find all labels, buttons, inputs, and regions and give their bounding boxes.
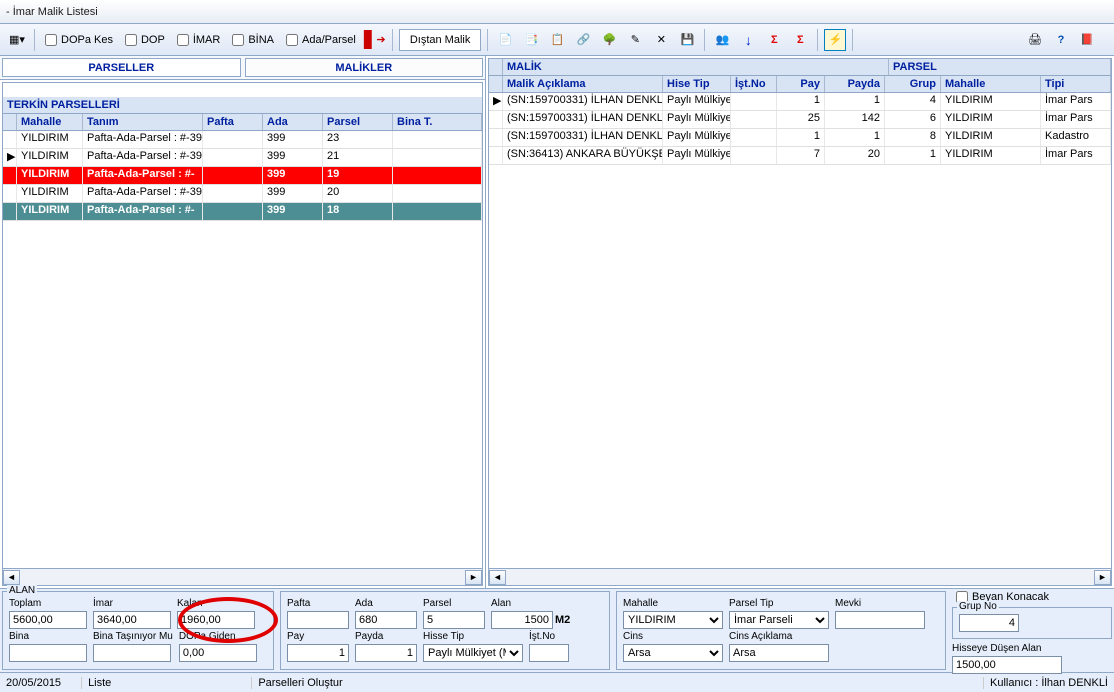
toplam-input[interactable] xyxy=(9,611,87,629)
binat-input[interactable] xyxy=(93,644,171,662)
malik-grid: MALİK PARSEL Malik Açıklama Hise Tip İşt… xyxy=(488,58,1112,586)
status-date: 20/05/2015 xyxy=(6,677,61,689)
icon-sumred2[interactable]: Σ xyxy=(789,29,811,51)
hissetip-select[interactable]: Paylı Mülkiyet (Mü xyxy=(423,644,523,662)
scroll-left[interactable]: ◄ xyxy=(3,570,20,585)
icon-lightning[interactable]: ⚡ xyxy=(824,29,846,51)
bina-input[interactable] xyxy=(9,644,87,662)
terkin-grid-title: TERKİN PARSELLERİ xyxy=(3,97,482,114)
icon-user[interactable]: 👥 xyxy=(711,29,733,51)
imar-input[interactable] xyxy=(93,611,171,629)
check-bina[interactable]: BİNA xyxy=(228,34,278,46)
icon-doc1[interactable]: 📄 xyxy=(494,29,516,51)
terkin-grid: TERKİN PARSELLERİ Mahalle Tanım Pafta Ad… xyxy=(2,82,483,586)
icon-help[interactable]: ? xyxy=(1050,29,1072,51)
check-adaparsel[interactable]: Ada/Parsel xyxy=(282,34,360,46)
col-grup[interactable]: Grup xyxy=(885,76,941,92)
col-tipi[interactable]: Tipi xyxy=(1041,76,1111,92)
grid-options-icon[interactable]: ▦▾ xyxy=(6,29,28,51)
icon-print[interactable]: 🖨 xyxy=(1024,29,1046,51)
tab-malikler[interactable]: MALİKLER xyxy=(245,58,484,77)
col-pafta[interactable]: Pafta xyxy=(203,114,263,130)
dopag-input[interactable] xyxy=(179,644,257,662)
icon-doc3[interactable]: 📋 xyxy=(546,29,568,51)
col-ada[interactable]: Ada xyxy=(263,114,323,130)
window-title: - İmar Malik Listesi xyxy=(6,6,98,18)
table-row[interactable]: YILDIRIM Pafta-Ada-Parsel : #-399- 399 2… xyxy=(3,131,482,149)
icon-down-arrow[interactable]: ↓ xyxy=(737,29,759,51)
col-payda[interactable]: Payda xyxy=(825,76,885,92)
exit-icon[interactable]: ▋➔ xyxy=(364,29,386,51)
icon-sumred1[interactable]: Σ xyxy=(763,29,785,51)
table-row[interactable]: ▶ YILDIRIM Pafta-Ada-Parsel : #-399- 399… xyxy=(3,149,482,167)
table-row[interactable]: YILDIRIM Pafta-Ada-Parsel : #-399- 399 2… xyxy=(3,185,482,203)
icon-tree[interactable]: 🌳 xyxy=(598,29,620,51)
status-user: Kullanıcı : İlhan DENKLİ xyxy=(983,677,1108,689)
icon-save[interactable]: 💾 xyxy=(676,29,698,51)
check-dop[interactable]: DOP xyxy=(121,34,169,46)
mevki-input[interactable] xyxy=(835,611,925,629)
table-row[interactable]: (SN:159700331) İLHAN DENKLİ : Paylı Mülk… xyxy=(489,111,1111,129)
parsel-input[interactable] xyxy=(423,611,485,629)
icon-doc2[interactable]: 📑 xyxy=(520,29,542,51)
table-row[interactable]: (SN:36413) ANKARA BÜYÜKŞEHİ Paylı Mülkiy… xyxy=(489,147,1111,165)
parseltip-select[interactable]: İmar Parseli xyxy=(729,611,829,629)
check-imar[interactable]: İMAR xyxy=(173,34,225,46)
col-hisetip[interactable]: Hise Tip xyxy=(663,76,731,92)
cins-select[interactable]: Arsa xyxy=(623,644,723,662)
icon-delete[interactable]: ✕ xyxy=(650,29,672,51)
group-malik: MALİK xyxy=(503,59,889,75)
alan2-input[interactable] xyxy=(491,611,553,629)
status-bar: 20/05/2015 Liste Parselleri Oluştur Kull… xyxy=(0,672,1114,692)
col-pay[interactable]: Pay xyxy=(777,76,825,92)
table-row[interactable]: (SN:159700331) İLHAN DENKLİ : Paylı Mülk… xyxy=(489,129,1111,147)
cinsa-input[interactable] xyxy=(729,644,829,662)
tab-parseller[interactable]: PARSELLER xyxy=(2,58,241,77)
col-tanim[interactable]: Tanım xyxy=(83,114,203,130)
scroll-left2[interactable]: ◄ xyxy=(489,570,506,585)
kalan-input[interactable] xyxy=(177,611,255,629)
table-row[interactable]: YILDIRIM Pafta-Ada-Parsel : #- 399 19 xyxy=(3,167,482,185)
col-malik-aciklama[interactable]: Malik Açıklama xyxy=(503,76,663,92)
group-parsel: PARSEL xyxy=(889,59,1111,75)
icon-link[interactable]: 🔗 xyxy=(572,29,594,51)
window-titlebar: - İmar Malik Listesi xyxy=(0,0,1114,24)
scroll-right2[interactable]: ► xyxy=(1094,570,1111,585)
table-row[interactable]: YILDIRIM Pafta-Ada-Parsel : #- 399 18 xyxy=(3,203,482,221)
icon-book[interactable]: 📕 xyxy=(1076,29,1098,51)
ada-input[interactable] xyxy=(355,611,417,629)
istno-input[interactable] xyxy=(529,644,569,662)
grupno-input[interactable] xyxy=(959,614,1019,632)
col-mahalle2[interactable]: Mahalle xyxy=(941,76,1041,92)
pay-input[interactable] xyxy=(287,644,349,662)
status-olustur: Parselleri Oluştur xyxy=(251,677,342,689)
col-binat[interactable]: Bina T. xyxy=(393,114,482,130)
pafta-input[interactable] xyxy=(287,611,349,629)
col-parsel[interactable]: Parsel xyxy=(323,114,393,130)
col-mahalle[interactable]: Mahalle xyxy=(17,114,83,130)
col-istno[interactable]: İşt.No xyxy=(731,76,777,92)
main-toolbar: ▦▾ DOPa Kes DOP İMAR BİNA Ada/Parsel ▋➔ … xyxy=(0,24,1114,56)
status-liste: Liste xyxy=(81,677,111,689)
mahalle-select[interactable]: YILDIRIM xyxy=(623,611,723,629)
hisseye-input[interactable] xyxy=(952,656,1062,674)
payda-input[interactable] xyxy=(355,644,417,662)
icon-edit[interactable]: ✎ xyxy=(624,29,646,51)
scroll-right[interactable]: ► xyxy=(465,570,482,585)
bottom-panel: ALAN Toplam İmar Kalan Bina Bina Taşınıy… xyxy=(0,588,1114,672)
check-dopakes[interactable]: DOPa Kes xyxy=(41,34,117,46)
distan-malik-button[interactable]: Dıştan Malik xyxy=(399,29,482,51)
table-row[interactable]: ▶ (SN:159700331) İLHAN DENKLİ : Paylı Mü… xyxy=(489,93,1111,111)
grupno-legend: Grup No xyxy=(957,601,999,612)
alan-legend: ALAN xyxy=(7,585,37,596)
